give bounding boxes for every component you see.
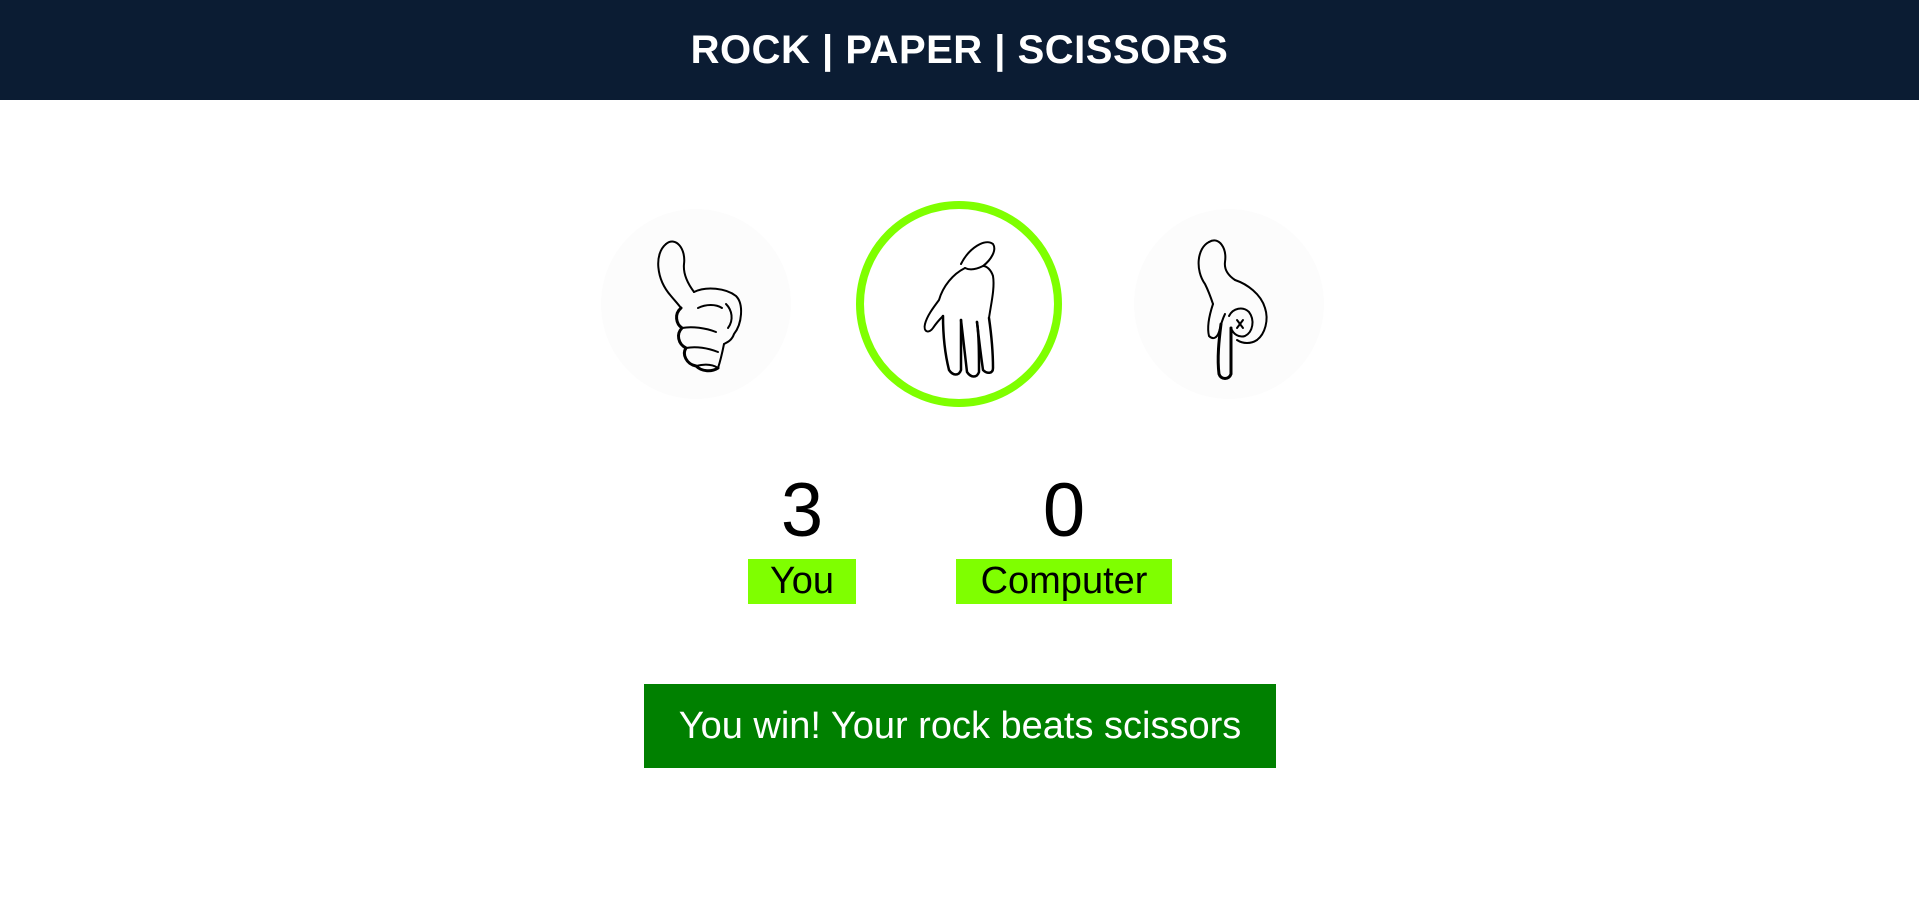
paper-choice-button[interactable] [856, 201, 1062, 407]
scissors-hand-icon [1197, 239, 1268, 380]
paper-hand-icon [923, 241, 996, 378]
rock-hand-icon [657, 240, 742, 373]
user-score: 3 [780, 468, 824, 553]
page-header: ROCK | PAPER | SCISSORS [0, 0, 1919, 100]
result-message: You win! Your rock beats scissors [644, 684, 1276, 768]
scissors-choice-button[interactable] [1134, 209, 1324, 399]
computer-score-label: Computer [956, 559, 1172, 604]
user-score-label: You [748, 559, 856, 604]
rock-choice-button[interactable] [601, 209, 791, 399]
computer-score: 0 [1042, 468, 1086, 553]
page-title: ROCK | PAPER | SCISSORS [690, 27, 1229, 72]
